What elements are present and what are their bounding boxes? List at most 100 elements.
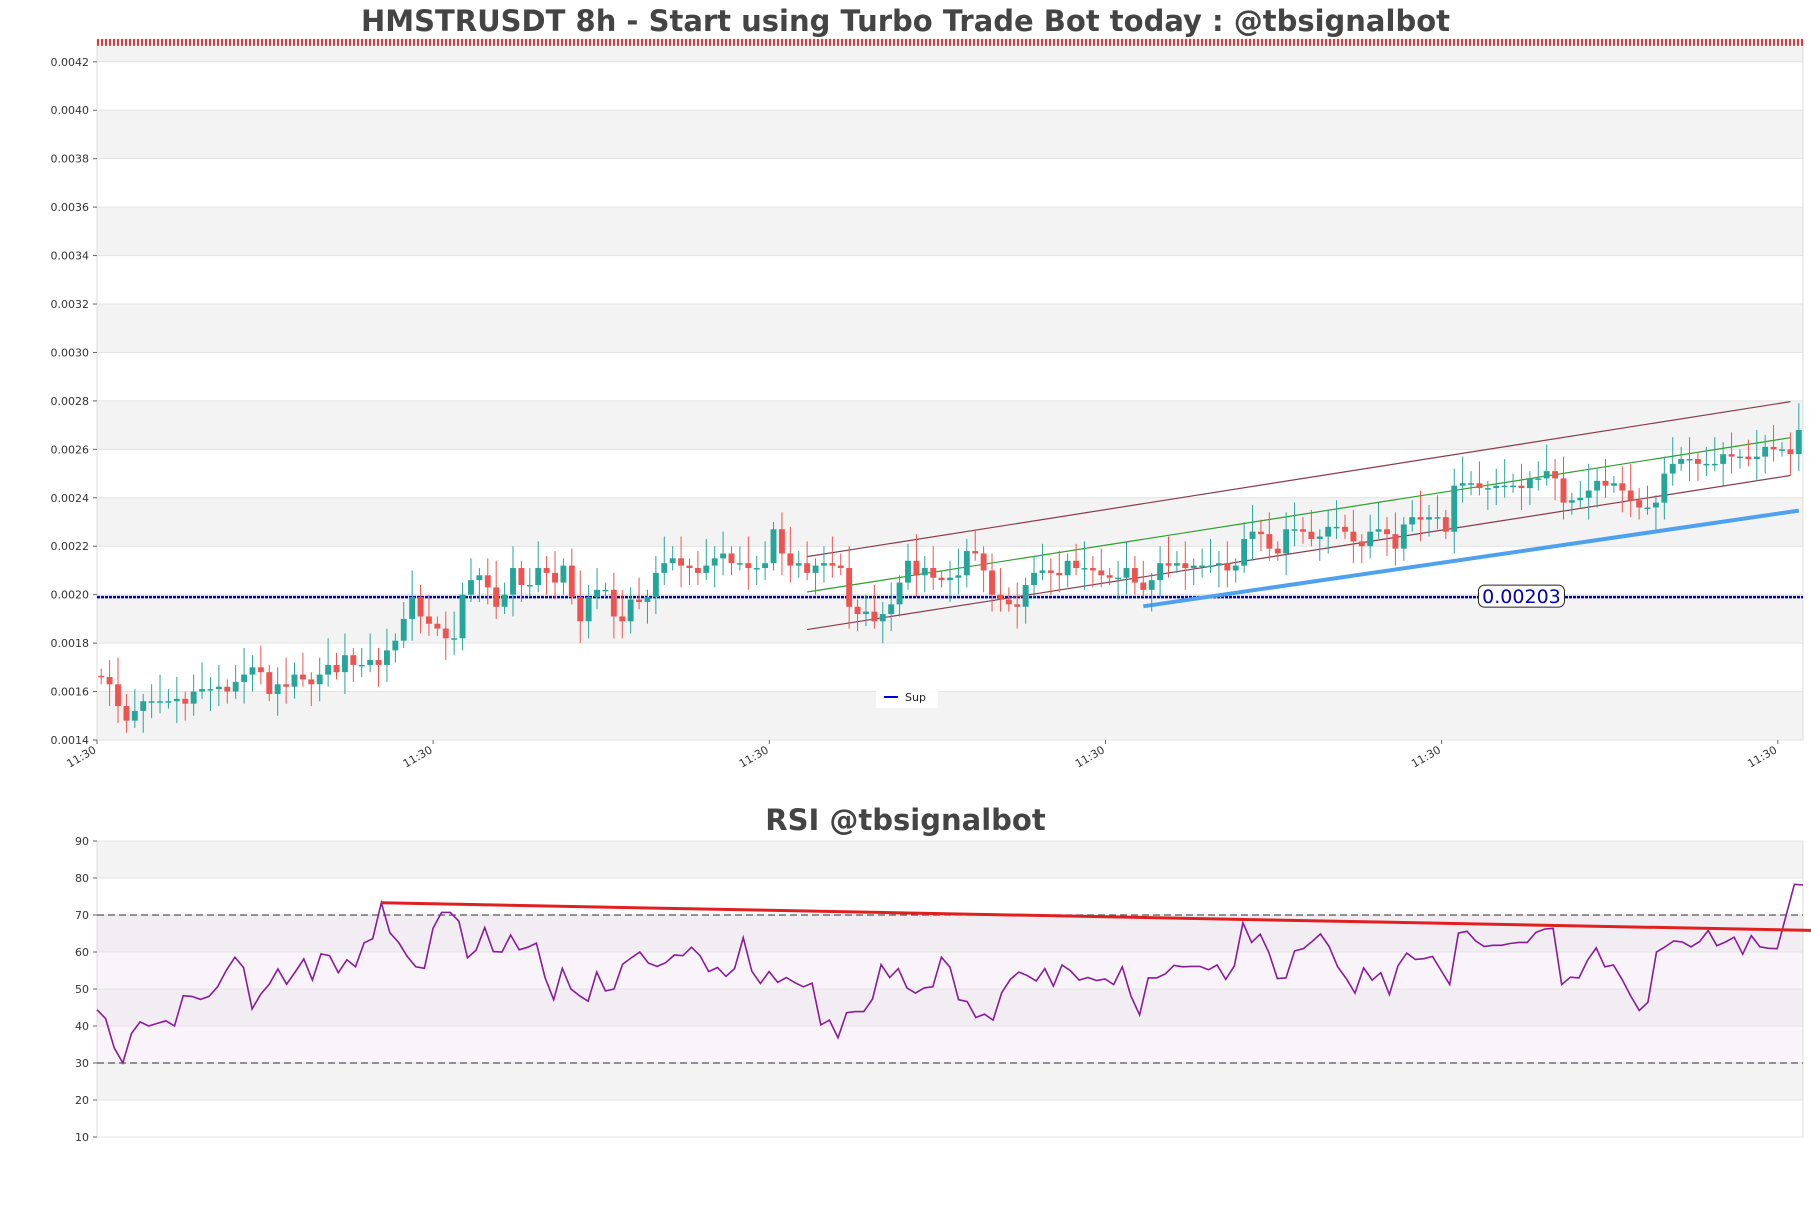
candle-body xyxy=(661,563,668,573)
candle-body xyxy=(173,698,180,702)
candle xyxy=(1031,555,1037,598)
candle-body xyxy=(577,597,584,622)
candle-body xyxy=(468,580,474,595)
candle-body xyxy=(1594,480,1601,491)
candle-body xyxy=(1367,531,1374,547)
candle xyxy=(1535,461,1542,491)
candle xyxy=(1737,449,1743,469)
candle xyxy=(1678,446,1685,472)
candle xyxy=(1098,548,1105,588)
candle xyxy=(325,638,332,687)
candle xyxy=(98,668,105,685)
candle xyxy=(1173,551,1180,573)
candle-body xyxy=(148,701,155,703)
candle-body xyxy=(1249,531,1256,539)
candle-body xyxy=(1089,568,1096,571)
rsi-y-tick-label: 10 xyxy=(75,1131,89,1144)
candle-body xyxy=(392,640,399,651)
candle-body xyxy=(728,553,735,564)
candle-body xyxy=(905,560,911,583)
candle-body xyxy=(644,597,651,602)
main-band xyxy=(97,304,1803,353)
candle-body xyxy=(1619,483,1626,491)
candle-body xyxy=(1762,446,1769,457)
candle-body xyxy=(518,568,525,585)
candle-body xyxy=(1115,577,1122,580)
rsi-band xyxy=(97,1063,1803,1100)
candle-body xyxy=(552,572,558,583)
main-y-tick-label: 0.0040 xyxy=(51,104,90,117)
candle-body xyxy=(980,553,987,571)
candle xyxy=(1610,475,1617,493)
candle xyxy=(1182,541,1189,590)
candle-body xyxy=(1098,570,1105,576)
candle-body xyxy=(1283,529,1290,554)
main-x-tick-label: 11:30 xyxy=(1073,743,1107,770)
candle-body xyxy=(257,667,264,673)
candle-body xyxy=(484,575,491,588)
rsi-y-tick-label: 50 xyxy=(75,983,89,996)
candle xyxy=(568,548,575,605)
candle-body xyxy=(652,572,659,598)
main-x-tick-label: 11:30 xyxy=(401,743,435,770)
candle-body xyxy=(720,553,727,559)
candle-body xyxy=(266,672,273,694)
candle-body xyxy=(1661,473,1668,503)
main-y-tick-label: 0.0016 xyxy=(51,686,90,699)
main-y-tick-label: 0.0030 xyxy=(51,346,90,359)
candle-body xyxy=(98,675,105,678)
candle xyxy=(560,558,567,595)
candle-body xyxy=(1526,478,1533,489)
candle-body xyxy=(1005,599,1012,605)
candle-body xyxy=(913,560,920,576)
candle-body xyxy=(568,565,575,598)
candle-body xyxy=(1451,485,1458,532)
main-x-tick-label: 11:30 xyxy=(1745,743,1779,770)
rsi-y-tick-label: 90 xyxy=(75,835,89,848)
main-y-tick-label: 0.0024 xyxy=(51,492,90,505)
candle-body xyxy=(678,558,685,566)
candle xyxy=(526,568,533,598)
candle-body xyxy=(451,638,458,640)
candle-body xyxy=(1266,534,1273,549)
candle-body xyxy=(1258,531,1264,535)
candle xyxy=(1073,543,1080,576)
candle-body xyxy=(1291,529,1298,531)
main-y-tick-label: 0.0034 xyxy=(51,250,90,263)
candle-body xyxy=(1652,502,1659,508)
candle xyxy=(1543,444,1550,486)
candle-body xyxy=(1770,446,1777,450)
candle xyxy=(1039,543,1046,581)
candle-body xyxy=(795,563,802,566)
candle xyxy=(299,652,306,687)
candle xyxy=(795,551,802,578)
candle-body xyxy=(560,565,567,583)
rsi-y-tick-label: 80 xyxy=(75,872,89,885)
candle xyxy=(535,541,542,593)
candle-body xyxy=(543,568,550,573)
candle-body xyxy=(1535,478,1542,480)
main-band xyxy=(97,110,1803,159)
candle xyxy=(1510,473,1517,493)
candle-body xyxy=(1224,563,1231,571)
main-band xyxy=(97,497,1803,547)
candle xyxy=(552,551,558,600)
candle-body xyxy=(1518,485,1525,489)
candle-body xyxy=(602,589,609,592)
candle-body xyxy=(182,698,189,704)
candle xyxy=(1224,541,1231,588)
candle-body xyxy=(526,584,533,587)
candle-body xyxy=(1560,478,1567,503)
candle-body xyxy=(358,664,365,667)
candle-body xyxy=(434,623,441,629)
candle-body xyxy=(1199,565,1206,568)
candle-body xyxy=(896,582,903,605)
main-y-axis: 0.0014 0.0016 0.0018 0.0020 0.0022 0.0024 0.00… xyxy=(51,56,97,747)
candle xyxy=(930,546,937,590)
candle-body xyxy=(1375,529,1382,532)
candle xyxy=(333,652,340,680)
candle-body xyxy=(1577,497,1584,501)
rsi-y-tick-label: 40 xyxy=(75,1020,89,1033)
candle xyxy=(358,647,365,678)
candle-body xyxy=(686,565,693,569)
